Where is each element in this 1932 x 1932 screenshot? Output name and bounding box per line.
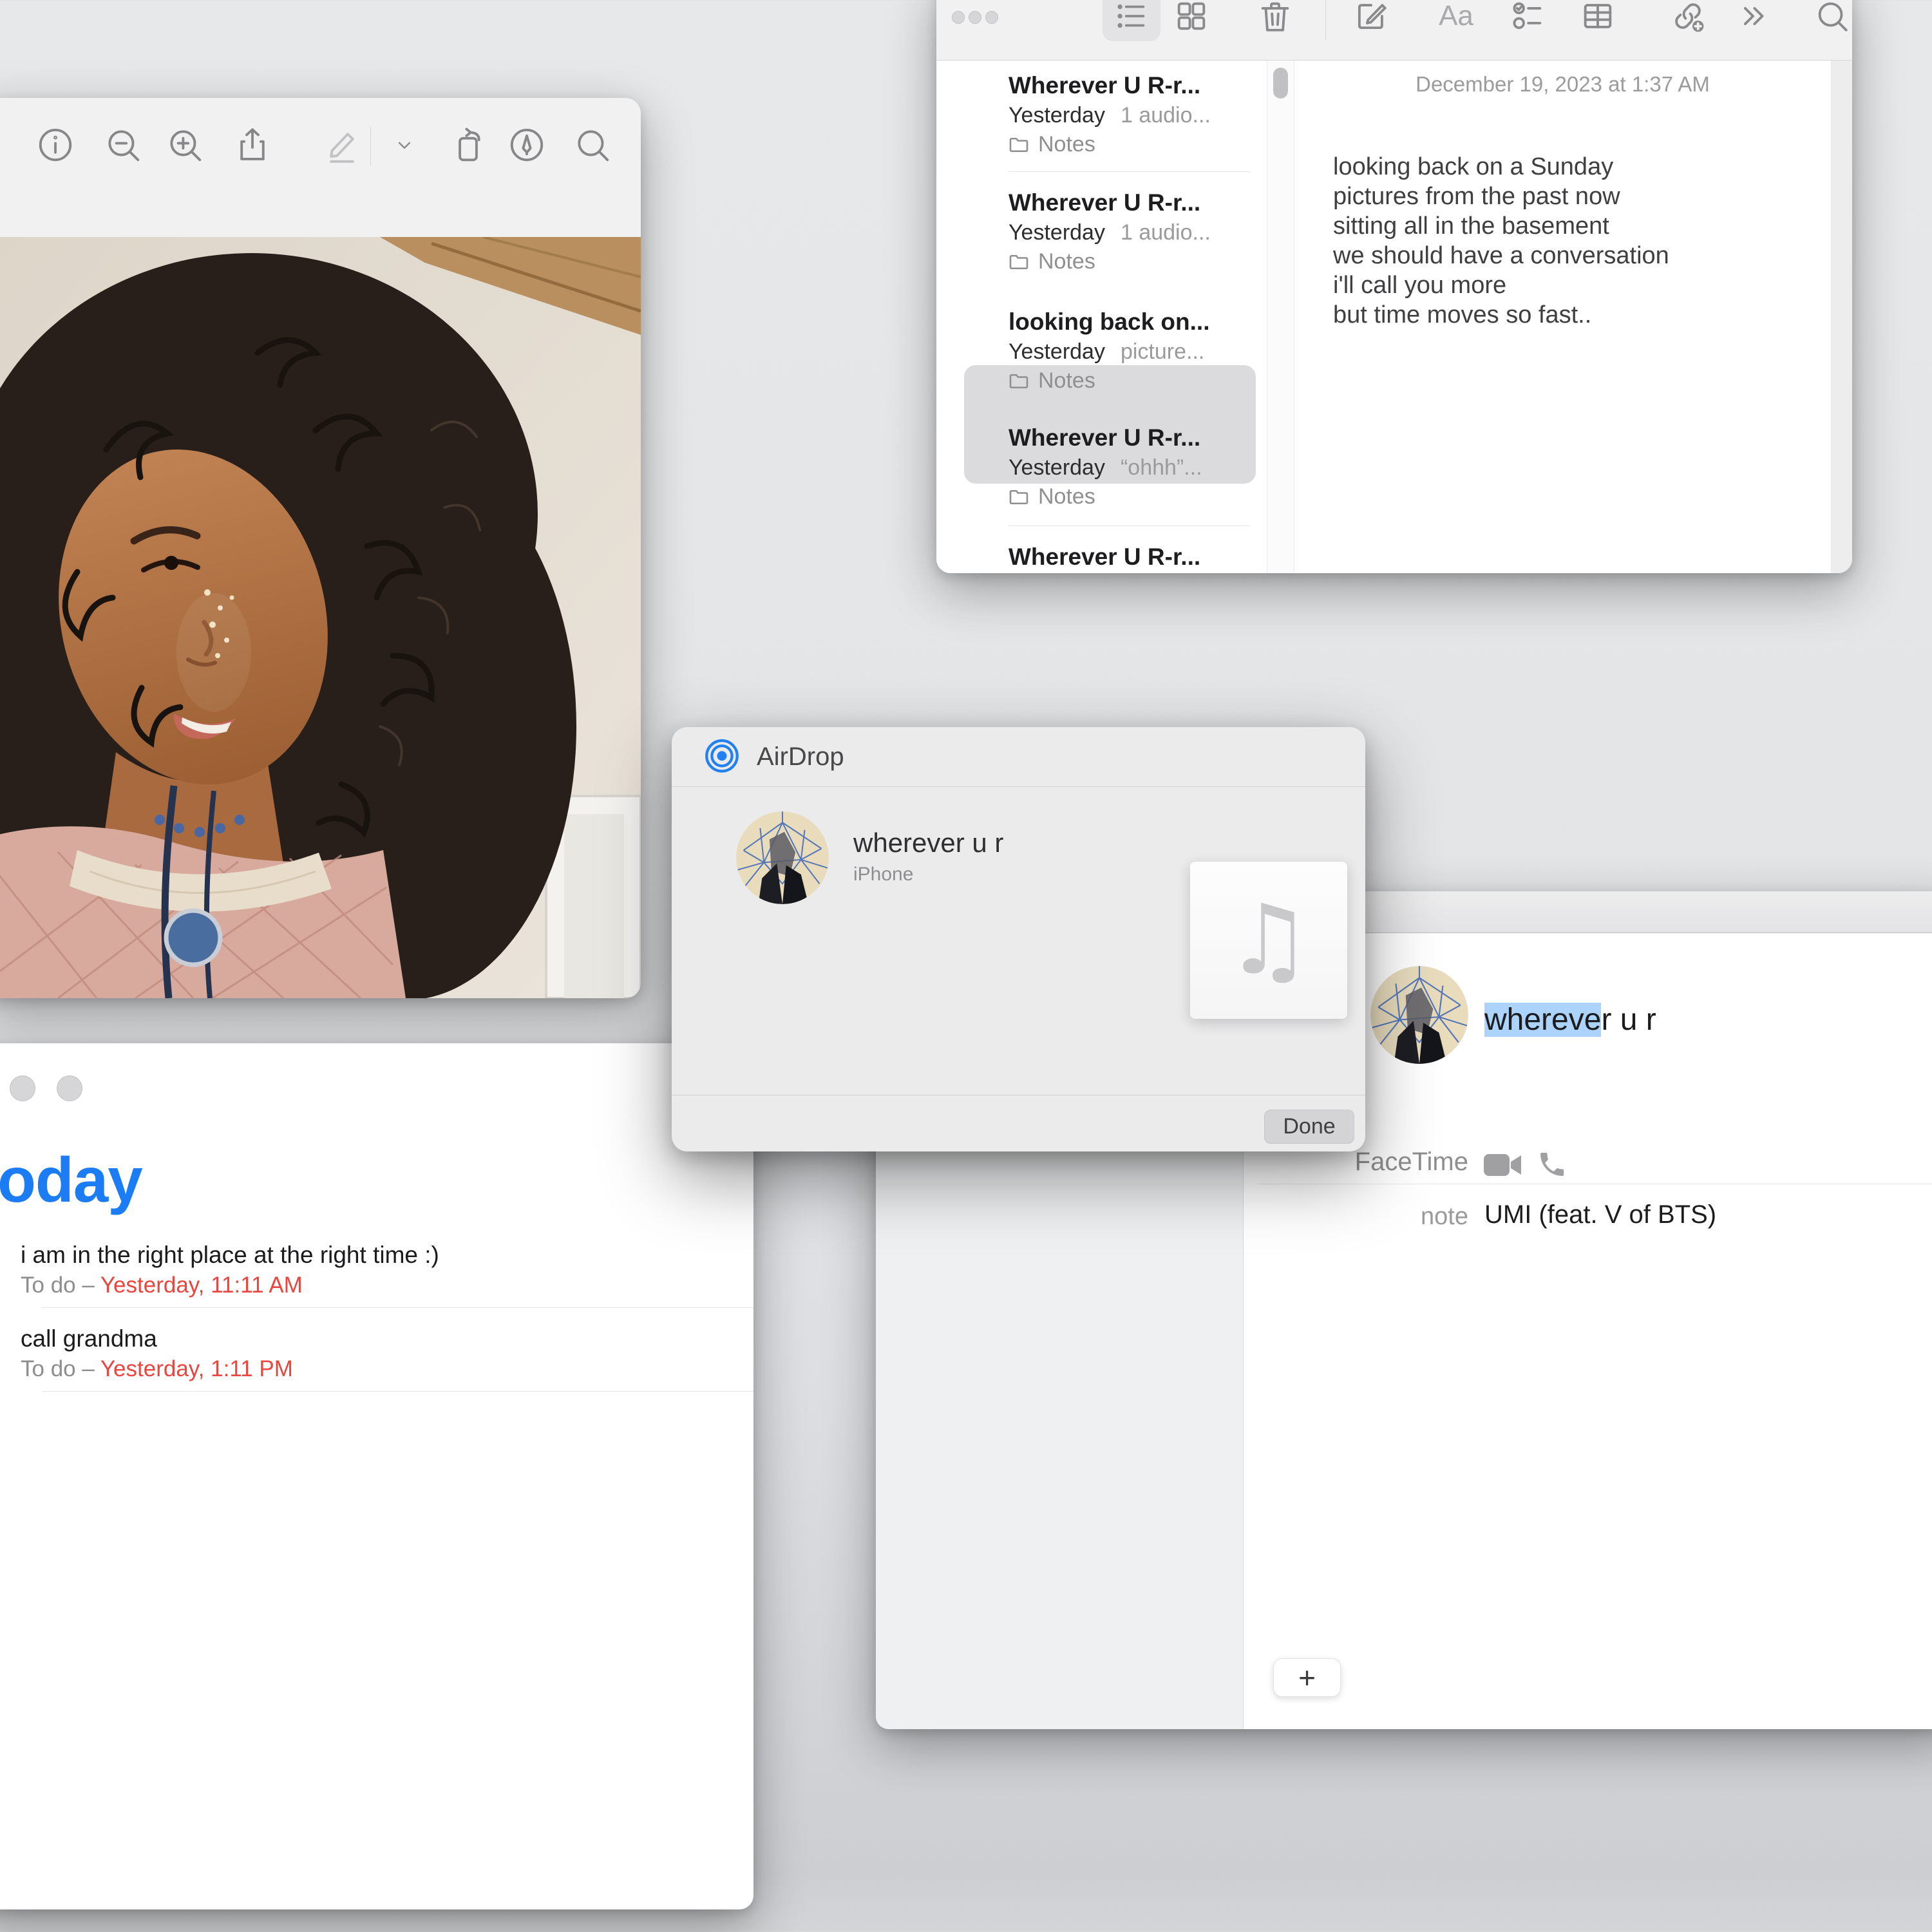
- contact-avatar: [1370, 966, 1468, 1064]
- note-text-line: sitting all in the basement: [1333, 213, 1609, 240]
- note-text-line: i'll call you more: [1333, 272, 1506, 299]
- photo-image: [0, 237, 641, 998]
- note-text-line: we should have a conversation: [1333, 242, 1669, 270]
- note-field-label: note: [1275, 1203, 1468, 1231]
- toolbar-divider: [370, 127, 371, 166]
- search-icon[interactable]: [1809, 0, 1852, 39]
- phone-icon[interactable]: [1537, 1149, 1567, 1183]
- note-text-line: but time moves so fast..: [1333, 301, 1591, 329]
- note-text-line: looking back on a Sunday: [1333, 153, 1613, 181]
- checklist-icon[interactable]: [1504, 0, 1551, 39]
- airdrop-title: AirDrop: [757, 743, 844, 772]
- zoom-out-icon[interactable]: [102, 124, 144, 166]
- info-icon[interactable]: [34, 124, 77, 166]
- notes-sidebar: Wherever U R-r... Yesterday1 audio... No…: [936, 61, 1267, 573]
- photo-toolbar: UMI ft V of BTS: [0, 98, 641, 237]
- done-button[interactable]: Done: [1264, 1110, 1354, 1144]
- minimize-button[interactable]: [969, 11, 981, 24]
- airdrop-header: AirDrop: [672, 727, 1365, 787]
- search-icon[interactable]: [571, 124, 614, 166]
- airdrop-dialog: AirDrop wherever u r iPhone ♫ Done: [672, 727, 1365, 1151]
- contact-name[interactable]: wherever u r: [1484, 1002, 1656, 1037]
- reminder-date: Yesterday, 1:11 PM: [100, 1356, 293, 1381]
- notes-toolbar: Aa: [936, 0, 1852, 61]
- sidebar-scrollbar-thumb[interactable]: [1273, 68, 1288, 99]
- markup-pencil-icon[interactable]: [321, 124, 363, 166]
- list-view-icon[interactable]: [1108, 0, 1154, 39]
- photo-viewer-window: UMI ft V of BTS: [0, 98, 641, 998]
- airdrop-icon: [703, 737, 741, 779]
- note-editor[interactable]: December 19, 2023 at 1:37 AM looking bac…: [1294, 61, 1831, 573]
- airdrop-contact-avatar[interactable]: [736, 811, 829, 904]
- toolbar-divider: [1325, 0, 1326, 40]
- chevron-down-icon[interactable]: [383, 124, 426, 166]
- airdrop-contact-device: iPhone: [853, 864, 913, 886]
- compose-icon[interactable]: [1348, 0, 1394, 39]
- add-link-icon[interactable]: [1665, 0, 1711, 39]
- trash-icon[interactable]: [1252, 0, 1298, 39]
- format-icon[interactable]: Aa: [1433, 0, 1479, 39]
- close-button[interactable]: [952, 11, 965, 24]
- add-contact-button[interactable]: +: [1273, 1658, 1341, 1697]
- reminders-list-title: oday: [0, 1144, 142, 1217]
- reminders-window: oday i am in the right place at the righ…: [0, 1043, 753, 1909]
- share-icon[interactable]: [231, 124, 274, 166]
- grid-view-icon[interactable]: [1168, 0, 1215, 39]
- zoom-button[interactable]: [985, 11, 998, 24]
- note-scrollbar-gutter: [1831, 61, 1852, 573]
- note-field-value[interactable]: UMI (feat. V of BTS): [1484, 1200, 1716, 1229]
- more-chevrons-icon[interactable]: [1730, 0, 1776, 39]
- folder-icon: [1009, 254, 1029, 270]
- airdrop-contact-name: wherever u r: [853, 828, 1003, 858]
- zoom-button[interactable]: [57, 1075, 82, 1101]
- rotate-icon[interactable]: [447, 124, 489, 166]
- zoom-in-icon[interactable]: [164, 124, 206, 166]
- folder-icon: [1009, 489, 1029, 506]
- reminder-date: Yesterday, 11:11 AM: [100, 1273, 303, 1298]
- reminder-status: To do: [21, 1273, 76, 1298]
- music-note-icon: ♫: [1226, 884, 1312, 996]
- shared-file-thumbnail[interactable]: ♫: [1190, 862, 1347, 1019]
- note-text-line: pictures from the past now: [1333, 183, 1620, 211]
- video-camera-icon[interactable]: [1484, 1151, 1524, 1182]
- text-selection: whereve: [1484, 1003, 1601, 1037]
- sidebar-scrollbar-track[interactable]: [1267, 61, 1294, 573]
- minimize-button[interactable]: [10, 1075, 35, 1101]
- table-icon[interactable]: [1575, 0, 1621, 39]
- facetime-label: FaceTime: [1275, 1148, 1468, 1177]
- folder-icon: [1009, 373, 1029, 390]
- folder-icon: [1009, 137, 1029, 153]
- note-date-heading: December 19, 2023 at 1:37 AM: [1294, 72, 1831, 97]
- notes-window: Aa Wherever U R-r... Yesterday1 audio...…: [936, 0, 1852, 573]
- reminder-status: To do: [21, 1356, 76, 1381]
- annotate-pen-icon[interactable]: [506, 124, 548, 166]
